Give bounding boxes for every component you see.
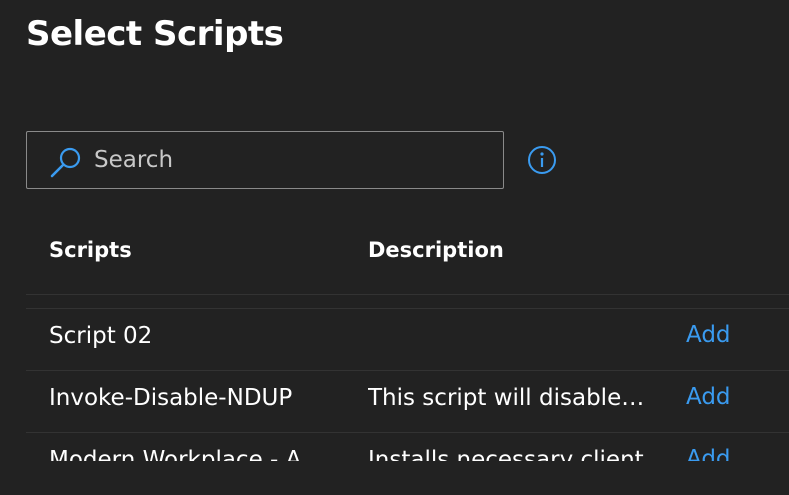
column-header-description[interactable]: Description xyxy=(368,238,504,262)
scripts-list: Script 02 Add Invoke-Disable-NDUP This s… xyxy=(26,309,789,461)
add-script-button[interactable]: Add xyxy=(686,384,731,410)
search-input[interactable] xyxy=(94,132,494,188)
select-scripts-panel: Select Scripts Scripts Description Scrip… xyxy=(0,0,789,495)
info-icon[interactable] xyxy=(527,145,557,175)
page-title: Select Scripts xyxy=(26,14,284,54)
script-description: This script will disable NDUP xyxy=(368,385,646,411)
add-script-button[interactable]: Add xyxy=(686,446,731,461)
search-icon xyxy=(50,147,81,178)
script-name: Script 02 xyxy=(49,323,153,349)
table-header: Scripts Description xyxy=(26,220,789,295)
table-row[interactable]: Modern Workplace - A Installs necessary … xyxy=(26,433,789,461)
script-name: Invoke-Disable-NDUP xyxy=(49,385,293,411)
search-box[interactable] xyxy=(26,131,504,189)
script-description: Installs necessary client xyxy=(368,447,644,461)
script-name: Modern Workplace - A xyxy=(49,447,302,461)
add-script-button[interactable]: Add xyxy=(686,322,731,348)
column-header-scripts[interactable]: Scripts xyxy=(49,238,132,262)
table-row[interactable]: Invoke-Disable-NDUP This script will dis… xyxy=(26,371,789,433)
table-row[interactable]: Script 02 Add xyxy=(26,309,789,371)
